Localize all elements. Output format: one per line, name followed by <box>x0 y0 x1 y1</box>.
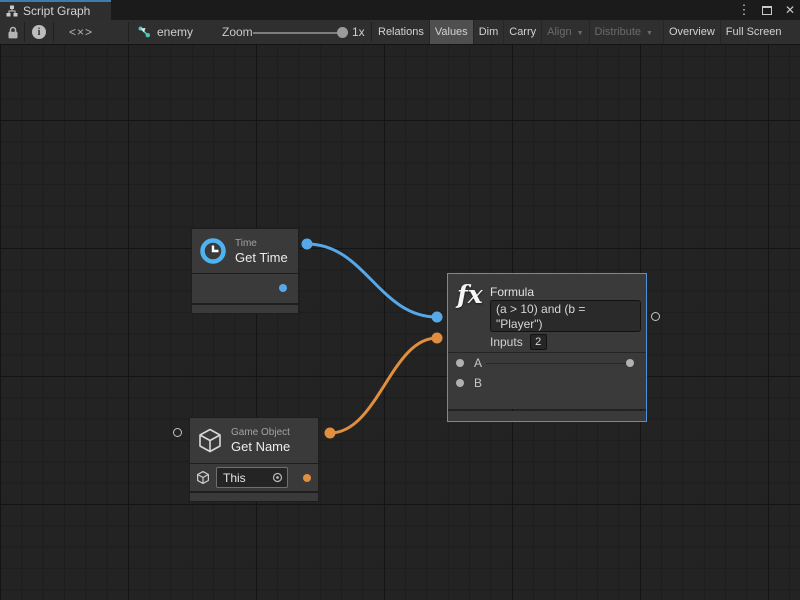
target-object-value: This <box>223 471 272 485</box>
lock-button[interactable] <box>4 20 21 44</box>
port-label: A <box>474 356 482 370</box>
get-name-footer <box>190 493 318 501</box>
formula-input-b-port[interactable] <box>456 379 464 387</box>
zoom-level-item: 1x <box>352 20 365 44</box>
node-formula[interactable]: fx Formula (a > 10) and (b = "Player") I… <box>447 273 647 422</box>
get-name-target-port[interactable] <box>173 428 182 437</box>
kebab-menu-icon[interactable] <box>737 2 751 18</box>
title-bar: Script Graph <box>0 0 800 20</box>
target-object-field[interactable]: This <box>216 467 288 488</box>
connection-endpoint <box>325 428 336 439</box>
formula-footer <box>448 411 646 421</box>
zoom-label: Zoom <box>222 25 253 39</box>
close-icon[interactable] <box>783 2 797 18</box>
window-controls <box>737 0 797 20</box>
game-object-mini-icon <box>196 470 210 485</box>
script-graph-icon <box>6 5 18 17</box>
inputs-count-field[interactable]: 2 <box>530 334 547 350</box>
get-time-header[interactable]: Time Get Time <box>192 229 298 274</box>
zoom-slider-track[interactable] <box>253 32 341 34</box>
node-title: Get Time <box>235 250 288 265</box>
formula-ports: A B <box>448 352 646 409</box>
code-view-button[interactable] <box>60 20 102 44</box>
formula-expression-field[interactable]: (a > 10) and (b = "Player") <box>490 300 641 332</box>
connection-endpoint <box>432 312 443 323</box>
toolbar-divider <box>24 22 25 42</box>
align-dropdown[interactable]: Align <box>541 20 588 44</box>
formula-header[interactable]: fx Formula (a > 10) and (b = "Player") I… <box>448 274 646 352</box>
graph-name: enemy <box>157 25 193 39</box>
info-icon: i <box>32 25 46 39</box>
connection-endpoint <box>432 333 443 344</box>
toolbar-divider <box>53 22 54 42</box>
formula-port-row-a: A <box>448 353 646 373</box>
formula-fx-icon: fx <box>457 280 483 309</box>
connection-gettime-to-formula-a <box>307 244 437 317</box>
graph-breadcrumb[interactable]: enemy <box>137 20 193 44</box>
inputs-label: Inputs <box>490 335 523 349</box>
tab-label: Script Graph <box>23 4 90 18</box>
get-name-header[interactable]: Game Object Get Name <box>190 418 318 464</box>
tab-script-graph[interactable]: Script Graph <box>0 0 111 20</box>
toolbar-divider <box>128 22 129 42</box>
relation-line <box>486 363 630 364</box>
toolbar-divider <box>371 22 372 42</box>
overview-button[interactable]: Overview <box>663 20 720 44</box>
connection-endpoint <box>302 239 313 250</box>
get-name-body: This <box>190 464 318 491</box>
toolbar-buttons: Relations Values Dim Carry Align Distrib… <box>373 20 786 44</box>
get-time-footer <box>192 305 298 313</box>
graph-canvas[interactable]: Time Get Time fx Formula (a > 10) and (b… <box>0 45 800 600</box>
node-category: Game Object <box>231 427 290 439</box>
formula-result-port[interactable] <box>651 312 660 321</box>
values-button[interactable]: Values <box>429 20 473 44</box>
node-category: Time <box>235 238 288 250</box>
node-get-time[interactable]: Time Get Time <box>192 229 298 313</box>
info-button[interactable]: i <box>28 20 50 44</box>
node-title: Formula <box>490 285 534 299</box>
node-title: Get Name <box>231 439 290 454</box>
cube-icon <box>197 427 223 454</box>
distribute-dropdown[interactable]: Distribute <box>589 20 658 44</box>
maximize-icon[interactable] <box>760 2 774 18</box>
dim-button[interactable]: Dim <box>473 20 504 44</box>
port-label: B <box>474 376 482 390</box>
graph-toolbar: i enemy Zoom 1x Relations Values Dim Car… <box>0 20 800 45</box>
connections-layer <box>0 45 800 600</box>
formula-input-a-port[interactable] <box>456 359 464 367</box>
node-get-name[interactable]: Game Object Get Name This <box>190 418 318 501</box>
formula-port-row-b: B <box>448 373 646 393</box>
object-picker-icon[interactable] <box>272 472 283 483</box>
graph-icon <box>137 25 151 39</box>
clock-icon <box>199 237 227 265</box>
connection-getname-to-formula-b <box>330 338 437 433</box>
formula-output-port[interactable] <box>626 359 634 367</box>
carry-button[interactable]: Carry <box>503 20 541 44</box>
get-name-output-port[interactable] <box>303 474 311 482</box>
zoom-label-item: Zoom <box>222 20 253 44</box>
relations-button[interactable]: Relations <box>373 20 429 44</box>
zoom-level: 1x <box>352 25 365 39</box>
get-time-body <box>192 274 298 303</box>
zoom-slider-handle[interactable] <box>337 27 348 38</box>
get-time-output-port[interactable] <box>279 284 287 292</box>
lock-icon <box>7 25 19 40</box>
fullscreen-button[interactable]: Full Screen <box>720 20 787 44</box>
